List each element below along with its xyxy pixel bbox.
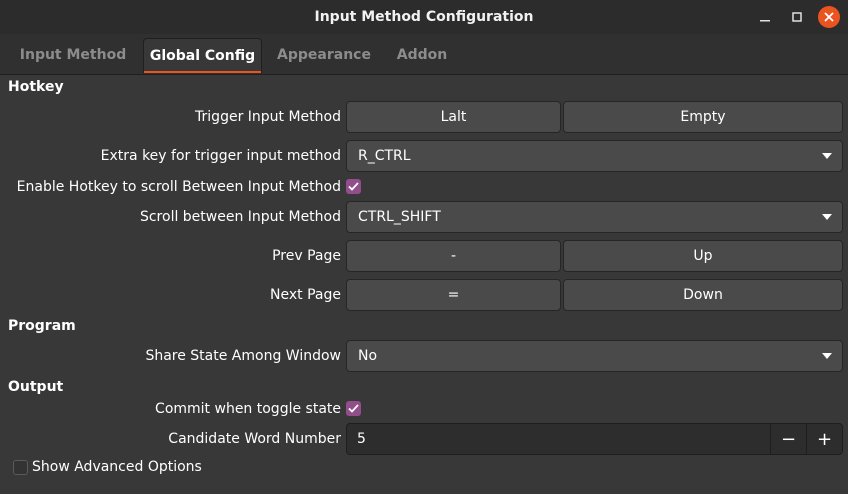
title-bar: Input Method Configuration <box>0 0 848 34</box>
next-page-key2-button[interactable]: Down <box>563 279 843 311</box>
scroll-dropdown[interactable]: CTRL_SHIFT <box>346 201 843 233</box>
commit-toggle-checkbox[interactable] <box>346 401 361 416</box>
section-output: Output <box>8 379 64 395</box>
tab-input-method[interactable]: Input Method <box>8 38 138 72</box>
enable-scroll-label: Enable Hotkey to scroll Between Input Me… <box>16 179 341 195</box>
section-hotkey: Hotkey <box>8 79 64 95</box>
extra-key-label: Extra key for trigger input method <box>100 148 341 164</box>
candidate-number-spinner: 5 − + <box>346 423 843 455</box>
minimize-button[interactable] <box>754 6 776 28</box>
chevron-down-icon <box>822 153 832 159</box>
close-button[interactable] <box>818 6 840 28</box>
checkmark-icon <box>348 404 359 413</box>
chevron-down-icon <box>822 353 832 359</box>
increment-button[interactable]: + <box>806 424 842 454</box>
next-page-label: Next Page <box>270 287 341 303</box>
share-state-label: Share State Among Window <box>145 348 341 364</box>
share-state-value: No <box>358 348 378 364</box>
prev-page-key2-button[interactable]: Up <box>563 240 843 272</box>
tab-bar: Input Method Global Config Appearance Ad… <box>0 34 848 75</box>
prev-page-label: Prev Page <box>272 248 341 264</box>
trigger-key2-button[interactable]: Empty <box>563 101 843 133</box>
checkmark-icon <box>348 182 359 191</box>
decrement-button[interactable]: − <box>770 424 806 454</box>
candidate-number-input[interactable]: 5 <box>347 431 770 447</box>
window-title: Input Method Configuration <box>314 9 534 25</box>
tab-addon[interactable]: Addon <box>386 38 458 72</box>
scroll-label: Scroll between Input Method <box>139 209 341 225</box>
trigger-input-method-label: Trigger Input Method <box>195 109 341 125</box>
section-program: Program <box>8 318 76 334</box>
window-controls <box>754 6 840 28</box>
maximize-button[interactable] <box>786 6 808 28</box>
minimize-icon <box>760 20 770 22</box>
next-page-key1-button[interactable]: = <box>346 279 561 311</box>
enable-scroll-checkbox[interactable] <box>346 179 361 194</box>
scroll-value: CTRL_SHIFT <box>358 209 441 225</box>
advanced-options-checkbox[interactable] <box>13 460 28 475</box>
extra-key-dropdown[interactable]: R_CTRL <box>346 140 843 172</box>
extra-key-value: R_CTRL <box>358 148 411 164</box>
maximize-icon <box>792 12 802 22</box>
candidate-number-label: Candidate Word Number <box>168 431 341 447</box>
tab-appearance[interactable]: Appearance <box>268 38 380 72</box>
tab-global-config[interactable]: Global Config <box>143 38 262 73</box>
commit-toggle-label: Commit when toggle state <box>155 401 341 417</box>
advanced-options-label: Show Advanced Options <box>32 459 202 475</box>
chevron-down-icon <box>822 214 832 220</box>
trigger-key1-button[interactable]: Lalt <box>346 101 561 133</box>
close-icon <box>824 12 834 22</box>
prev-page-key1-button[interactable]: - <box>346 240 561 272</box>
share-state-dropdown[interactable]: No <box>346 340 843 372</box>
